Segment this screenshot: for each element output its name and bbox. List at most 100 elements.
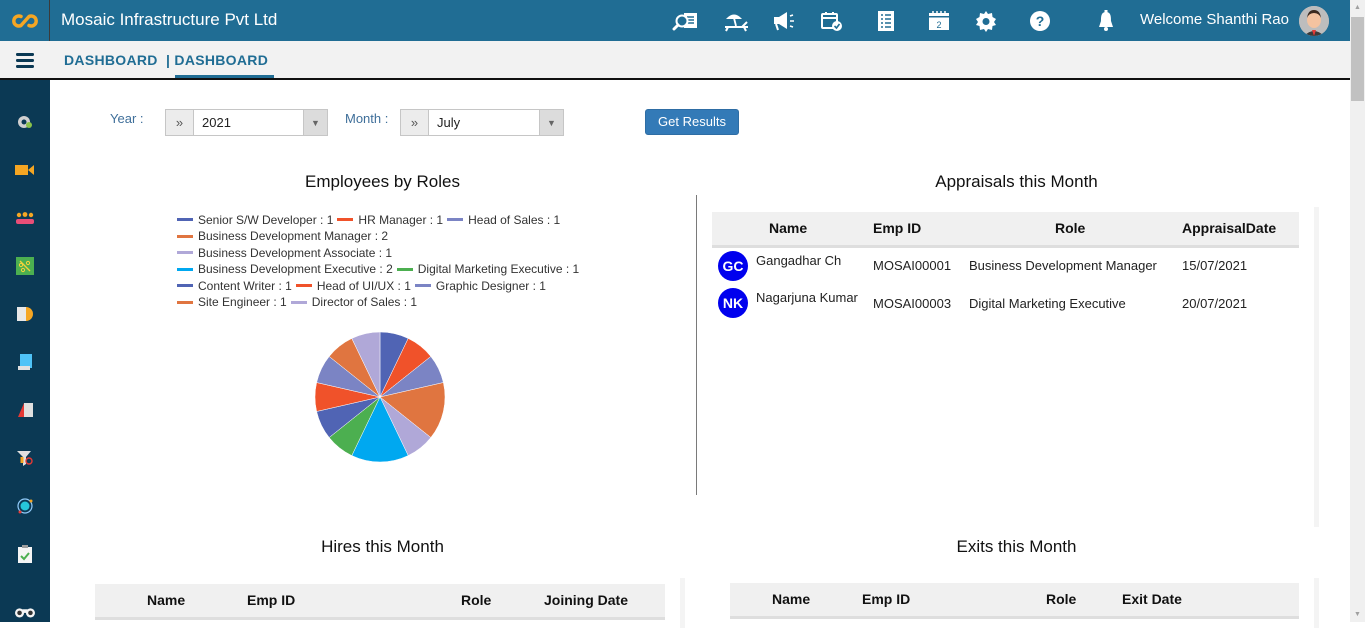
legend-label: Director of Sales : 1 (311, 295, 418, 309)
scroll-up-arrow-icon[interactable]: ▲ (1350, 0, 1365, 15)
column-header-emp-id[interactable]: Emp ID (247, 584, 460, 620)
column-header-name[interactable]: Name (95, 584, 247, 620)
column-header-appraisal-date[interactable]: AppraisalDate (1179, 212, 1299, 248)
legend-item[interactable]: Site Engineer : 1 (177, 295, 287, 309)
chevron-double-right-icon: » (401, 110, 429, 135)
orbit-icon[interactable] (15, 496, 35, 516)
legend-swatch (414, 284, 431, 287)
dashboard-content: Year : » 2021 ▼ Month : » July ▼ Get Res… (50, 82, 1350, 628)
column-header-role[interactable]: Role (969, 212, 1179, 248)
binoculars-icon[interactable] (15, 602, 35, 622)
page-scrollbar[interactable]: ▲ ▼ (1350, 0, 1365, 622)
calendar-date-icon[interactable]: 2 (925, 9, 953, 33)
get-results-button[interactable]: Get Results (645, 109, 739, 135)
legend-swatch (177, 267, 193, 271)
report-book-icon[interactable] (15, 400, 35, 420)
notes-icon[interactable] (15, 352, 35, 372)
legend-swatch (447, 218, 464, 221)
initials-avatar: NK (718, 288, 748, 318)
employee-name: Nagarjuna Kumar (756, 290, 858, 306)
exits-scroll-track[interactable] (1314, 578, 1319, 628)
legend-item[interactable]: Business Development Manager : 2 (177, 229, 388, 243)
menu-toggle-button[interactable] (0, 41, 50, 79)
employee-name: Gangadhar Ch (756, 253, 842, 269)
video-camera-icon[interactable] (15, 160, 35, 180)
appraisals-scroll-track[interactable] (1314, 207, 1319, 527)
dropdown-arrow-icon[interactable]: ▼ (539, 110, 563, 135)
legend-row: Senior S/W Developer : 1 HR Manager : 1 He… (177, 210, 607, 227)
column-header-emp-id[interactable]: Emp ID (871, 212, 969, 248)
exits-table: Name Emp ID Role Exit Date (730, 583, 1299, 619)
legend-item[interactable]: Head of UI/UX : 1 (295, 279, 411, 293)
legend-row: Business Development Associate : 1 (177, 243, 607, 260)
network-icon[interactable] (15, 256, 35, 276)
legend-swatch (177, 251, 193, 254)
emp-id-cell: MOSAI00001 (873, 258, 952, 274)
svg-text:2: 2 (936, 20, 941, 30)
legend-item[interactable]: Business Development Executive : 2 (177, 262, 393, 276)
legend-item[interactable]: Head of Sales : 1 (447, 213, 560, 227)
appraisals-title: Appraisals this Month (935, 172, 1098, 191)
settings-gear-icon[interactable] (972, 9, 1000, 33)
help-question-icon[interactable]: ? (1026, 9, 1054, 33)
table-row[interactable]: NK Nagarjuna Kumar MOSAI00003 Digital Mar… (712, 284, 1299, 322)
legend-row: Content Writer : 1 Head of UI/UX : 1 Graph… (177, 276, 607, 293)
beach-holiday-icon[interactable] (722, 9, 750, 33)
column-header-joining-date[interactable]: Joining Date (544, 584, 665, 620)
legend-label: Business Development Associate : 1 (198, 245, 393, 260)
document-stats-icon[interactable] (15, 304, 35, 324)
appraisal-date-cell: 20/07/2021 (1182, 295, 1248, 311)
year-select[interactable]: » 2021 ▼ (165, 109, 328, 136)
calendar-check-icon[interactable] (818, 9, 846, 33)
clipboard-check-icon[interactable] (15, 544, 35, 564)
breadcrumb-dashboard-current[interactable]: | DASHBOARD (166, 52, 268, 68)
scrollbar-thumb[interactable] (1351, 17, 1364, 101)
column-header-emp-id[interactable]: Emp ID (862, 583, 1046, 619)
month-select[interactable]: » July ▼ (400, 109, 564, 136)
dropdown-arrow-icon[interactable]: ▼ (303, 110, 327, 135)
legend-label: Content Writer : 1 (198, 278, 292, 293)
legend-item[interactable]: HR Manager : 1 (337, 213, 443, 227)
legend-item[interactable]: Business Development Associate : 1 (177, 246, 392, 260)
legend-swatch (396, 267, 413, 271)
legend-item[interactable]: Digital Marketing Executive : 1 (396, 262, 580, 276)
legend-label: Digital Marketing Executive : 1 (417, 262, 580, 276)
legend-label: Business Development Executive : 2 (198, 262, 393, 276)
legend-row: Business Development Manager : 2 (177, 227, 607, 243)
breadcrumb-bar: DASHBOARD | DASHBOARD (0, 41, 1350, 80)
role-cell: Business Development Manager (969, 258, 1157, 274)
column-header-name[interactable]: Name (730, 583, 862, 619)
user-avatar[interactable] (1299, 6, 1329, 36)
chart-legend: Senior S/W Developer : 1 HR Manager : 1 He… (177, 210, 607, 309)
column-header-name[interactable]: Name (712, 212, 871, 248)
scroll-down-arrow-icon[interactable]: ▼ (1350, 607, 1365, 622)
bell-icon[interactable] (1092, 9, 1120, 33)
search-document-icon[interactable] (672, 9, 700, 33)
breadcrumb-dashboard-root[interactable]: DASHBOARD (64, 52, 158, 68)
hires-scroll-track[interactable] (680, 578, 685, 628)
column-header-exit-date[interactable]: Exit Date (1122, 583, 1299, 619)
logo[interactable] (0, 0, 50, 41)
table-header-row: Name Emp ID Role AppraisalDate (712, 212, 1299, 248)
filter-search-icon[interactable] (15, 448, 35, 468)
checklist-icon[interactable] (872, 9, 900, 33)
table-header-row: Name Emp ID Role Exit Date (730, 583, 1299, 619)
role-cell: Digital Marketing Executive (969, 295, 1126, 311)
team-icon[interactable] (15, 208, 35, 228)
legend-item[interactable]: Senior S/W Developer : 1 (177, 213, 333, 227)
column-header-role[interactable]: Role (1046, 583, 1122, 619)
legend-item[interactable]: Director of Sales : 1 (290, 295, 418, 309)
column-header-role[interactable]: Role (460, 584, 544, 620)
table-row[interactable]: GC Gangadhar Ch MOSAI00001 Business Devel… (712, 246, 1299, 284)
breadcrumb-current-label: | DASHBOARD (166, 52, 269, 68)
legend-item[interactable]: Graphic Designer : 1 (414, 279, 546, 293)
year-select-value: 2021 (202, 115, 231, 130)
legend-item[interactable]: Content Writer : 1 (177, 279, 292, 293)
legend-swatch (295, 284, 312, 287)
settings-user-icon[interactable] (15, 112, 35, 132)
legend-swatch (177, 234, 193, 238)
hires-title: Hires this Month (321, 537, 444, 556)
legend-label: HR Manager : 1 (358, 212, 444, 227)
announcement-megaphone-icon[interactable] (770, 9, 798, 33)
employee-name-cell: GC Gangadhar Ch (712, 246, 871, 284)
